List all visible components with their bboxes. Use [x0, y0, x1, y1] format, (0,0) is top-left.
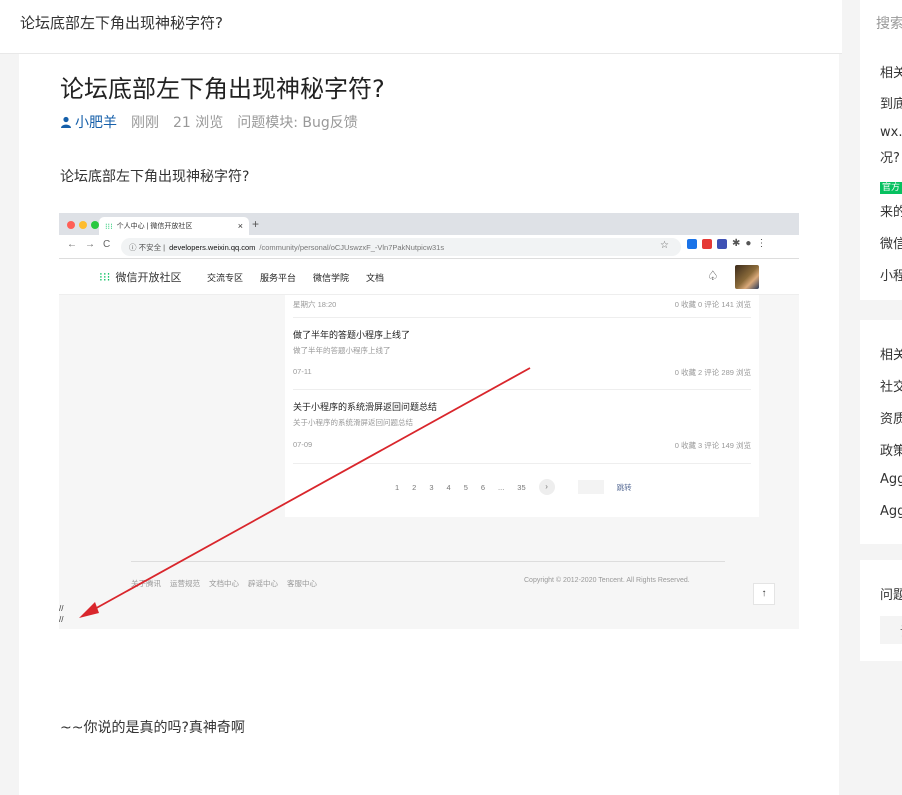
- set-button[interactable]: 设: [880, 616, 902, 644]
- search-input[interactable]: 搜索: [860, 0, 902, 44]
- user-icon: [61, 116, 71, 128]
- view-count: 21 浏览: [173, 115, 224, 131]
- related-link[interactable]: Agg: [880, 504, 902, 519]
- official-badge: 官方: [880, 182, 902, 194]
- embedded-screenshot: ⁝⁝⁝ 个人中心 | 微信开放社区 × + ← → C ⓘ 不安全 | deve…: [59, 213, 799, 629]
- box-title: 问题: [880, 588, 902, 603]
- reply-text: ~~你说的是真的吗?真神奇啊: [60, 720, 245, 736]
- related-link[interactable]: 小程: [880, 265, 902, 284]
- related-questions-box: 相关 到底 wx. 况? 官方 来的 微信 小程: [860, 44, 902, 300]
- related-link[interactable]: 资质: [880, 408, 902, 427]
- question-module[interactable]: 问题模块: Bug反馈: [237, 112, 358, 132]
- author-name: 小肥羊: [75, 115, 117, 131]
- related-link[interactable]: 到底: [880, 93, 902, 112]
- related-link[interactable]: 社交: [880, 376, 902, 395]
- author-link[interactable]: 小肥羊: [60, 112, 117, 132]
- arrow-line: [90, 367, 531, 612]
- post-time: 刚刚: [131, 115, 159, 131]
- related-link[interactable]: 政策: [880, 440, 902, 459]
- question-panel: 论坛底部左下角出现神秘字符? 小肥羊 刚刚 21 浏览 问题模块: Bug反馈 …: [19, 54, 839, 795]
- question-actions-box: 问题 设: [860, 560, 902, 661]
- related-articles-box: 相关 社交 资质 政策 Agg Agg: [860, 320, 902, 544]
- annotation-arrow: [79, 367, 531, 618]
- box-title: 相关: [880, 66, 902, 81]
- related-link[interactable]: wx.: [880, 125, 902, 140]
- question-meta: 小肥羊 刚刚 21 浏览 问题模块: Bug反馈: [60, 112, 358, 132]
- search-placeholder: 搜索: [876, 16, 902, 32]
- question-body: 论坛底部左下角出现神秘字符?: [60, 169, 250, 185]
- arrow-head: [79, 602, 99, 618]
- box-title: 相关: [880, 348, 902, 363]
- question-title: 论坛底部左下角出现神秘字符?: [60, 75, 385, 103]
- related-link[interactable]: 况?: [880, 147, 900, 166]
- related-link[interactable]: 微信: [880, 233, 902, 252]
- top-header: 论坛底部左下角出现神秘字符?: [0, 0, 842, 54]
- related-link[interactable]: Agg: [880, 472, 902, 487]
- related-link[interactable]: 来的: [880, 201, 902, 220]
- header-title: 论坛底部左下角出现神秘字符?: [20, 14, 223, 32]
